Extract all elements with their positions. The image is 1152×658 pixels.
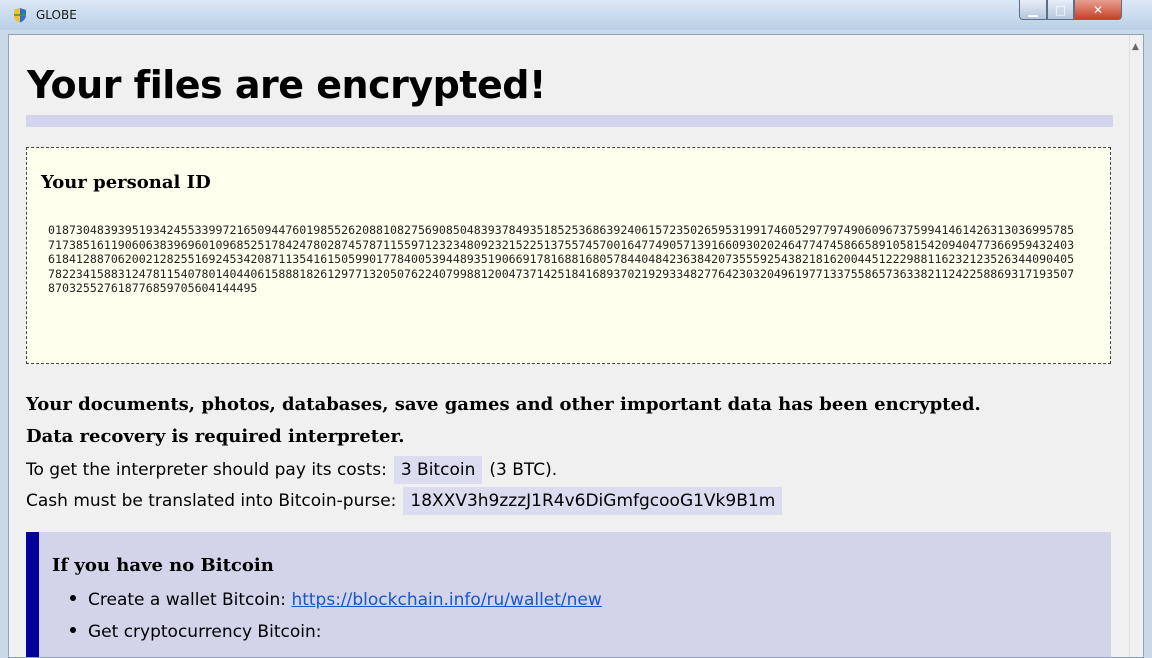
list-item-label: Get cryptocurrency Bitcoin:: [88, 622, 322, 642]
maximize-button[interactable]: □: [1047, 0, 1074, 20]
vertical-scrollbar[interactable]: ▲: [1129, 35, 1143, 657]
minimize-button[interactable]: ▁: [1019, 0, 1047, 20]
window-title: GLOBE: [36, 8, 77, 22]
bullet-icon: [70, 595, 76, 601]
content-area: Your files are encrypted! Your personal …: [8, 34, 1144, 658]
payment-suffix: (3 BTC).: [489, 460, 558, 480]
list-item: Get cryptocurrency Bitcoin:: [70, 622, 321, 642]
personal-id-value[interactable]: 0187304839395193424553399721650944760198…: [48, 223, 1078, 296]
minimize-icon: ▁: [1028, 2, 1038, 17]
close-button[interactable]: ✕: [1074, 0, 1122, 20]
list-item: Create a wallet Bitcoin: https://blockch…: [70, 590, 602, 610]
divider: [26, 115, 1113, 127]
bullet-icon: [70, 627, 76, 633]
scroll-up-icon[interactable]: ▲: [1132, 42, 1139, 52]
payment-amount[interactable]: 3 Bitcoin: [393, 456, 483, 484]
payment-line: To get the interpreter should pay its co…: [26, 456, 557, 484]
title-bar[interactable]: GLOBE ▁ □ ✕: [0, 0, 1152, 30]
close-icon: ✕: [1092, 2, 1104, 17]
personal-id-box: Your personal ID 01873048393951934245533…: [26, 147, 1111, 364]
recovery-notice: Data recovery is required interpreter.: [26, 426, 405, 447]
personal-id-title: Your personal ID: [41, 172, 211, 193]
list-item-label: Create a wallet Bitcoin:: [88, 590, 287, 610]
panel-accent-bar: [26, 532, 39, 657]
wallet-label: Cash must be translated into Bitcoin-pur…: [26, 491, 397, 511]
app-window: GLOBE ▁ □ ✕ Your files are encrypted! Yo…: [0, 0, 1152, 658]
payment-label: To get the interpreter should pay its co…: [26, 460, 387, 480]
encrypted-notice: Your documents, photos, databases, save …: [26, 394, 981, 415]
wallet-address[interactable]: 18XXV3h9zzzJ1R4v6DiGmfgcooG1Vk9B1m: [403, 487, 783, 515]
wallet-line: Cash must be translated into Bitcoin-pur…: [26, 487, 783, 515]
no-bitcoin-panel: If you have no Bitcoin Create a wallet B…: [26, 532, 1111, 657]
page-title: Your files are encrypted!: [27, 63, 546, 107]
no-bitcoin-title: If you have no Bitcoin: [52, 555, 274, 576]
maximize-icon: □: [1054, 2, 1067, 17]
wallet-link[interactable]: https://blockchain.info/ru/wallet/new: [291, 590, 601, 610]
shield-icon: [14, 8, 26, 23]
